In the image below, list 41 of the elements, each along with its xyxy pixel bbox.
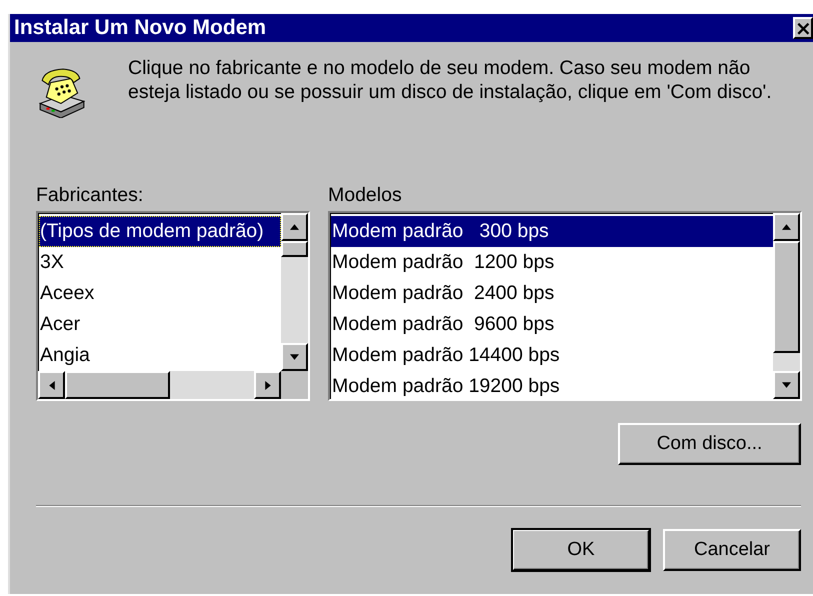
right-arrow-icon (264, 380, 270, 390)
scroll-thumb[interactable] (65, 371, 170, 399)
list-item[interactable]: Modem padrão 2400 bps (331, 278, 773, 309)
list-item[interactable]: Angia (39, 340, 281, 371)
models-list[interactable]: Modem padrão 300 bps Modem padrão 1200 bps Modem padrão 2400 bps Modem padrão 9600 bps Modem padrão 14400 bps Modem padrão 19200 bps (328, 211, 802, 401)
list-item[interactable]: Acer (39, 309, 281, 340)
list-item[interactable]: Aceex (39, 278, 281, 309)
scroll-up-button[interactable] (773, 213, 800, 241)
list-item[interactable]: 3X (39, 247, 281, 278)
scroll-thumb[interactable] (281, 241, 308, 257)
list-item[interactable]: Modem padrão 1200 bps (331, 247, 773, 278)
scroll-down-button[interactable] (281, 343, 308, 371)
vertical-scrollbar[interactable] (281, 213, 308, 371)
have-disk-button[interactable]: Com disco... (618, 423, 801, 465)
scroll-down-button[interactable] (773, 371, 800, 399)
list-item[interactable]: Modem padrão 9600 bps (331, 309, 773, 340)
instruction-text: Clique no fabricante e no modelo de seu modem. Caso seu modem não esteja listado ou se possuir um disco de instalação, clique em 'Com disco'. (128, 56, 773, 104)
vertical-scrollbar[interactable] (773, 213, 800, 399)
left-arrow-icon (48, 380, 54, 390)
scroll-up-button[interactable] (281, 213, 308, 241)
dialog-button[interactable]: OK (512, 529, 650, 571)
close-button[interactable]: × (793, 17, 813, 39)
list-item[interactable]: (Tipos de modem padrão) (39, 216, 281, 247)
down-arrow-icon (782, 382, 791, 388)
telephone-icon (36, 66, 88, 118)
down-arrow-icon (290, 354, 299, 360)
up-arrow-icon (782, 224, 791, 230)
manufacturers-list[interactable]: (Tipos de modem padrão) 3X Aceex Acer Angia (36, 211, 310, 401)
list-item[interactable]: Modem padrão 14400 bps (331, 340, 773, 371)
list-item[interactable]: Modem padrão 19200 bps (331, 371, 773, 399)
models-label: Modelos (328, 184, 403, 207)
window-title: Instalar Um Novo Modem (14, 16, 266, 40)
list-item[interactable]: Modem padrão 300 bps (331, 216, 773, 247)
scroll-left-button[interactable] (38, 371, 65, 399)
manufacturers-label: Fabricantes: (36, 184, 144, 207)
scroll-right-button[interactable] (254, 371, 281, 399)
scroll-thumb[interactable] (773, 241, 800, 353)
dialog-button[interactable]: Cancelar (663, 529, 801, 571)
horizontal-scrollbar[interactable] (38, 371, 308, 399)
up-arrow-icon (290, 224, 299, 230)
scrollbar-corner (281, 371, 308, 399)
